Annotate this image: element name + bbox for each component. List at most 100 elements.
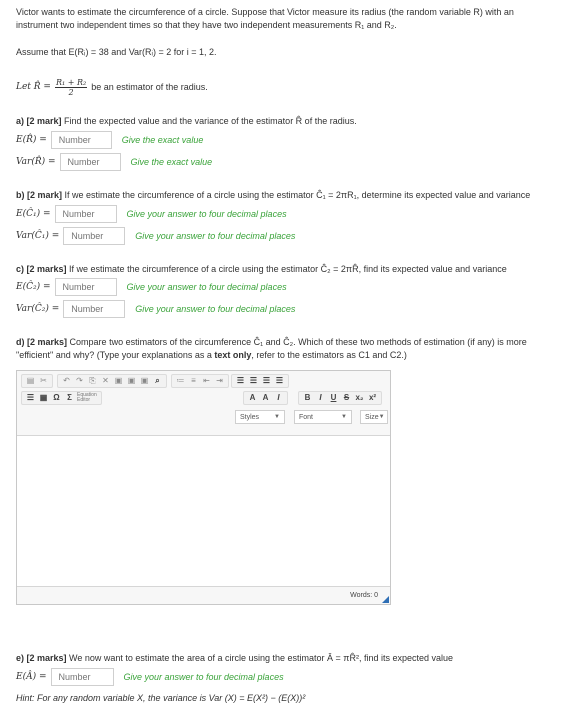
sigma-icon[interactable]: Σ: [64, 393, 75, 404]
part-e-marks: e) [2 marks]: [16, 653, 67, 663]
size-label: Size: [365, 413, 379, 421]
strikethrough-icon[interactable]: S: [341, 393, 352, 404]
part-c-marks: c) [2 marks]: [16, 264, 67, 274]
undo-icon[interactable]: ↶: [61, 376, 72, 387]
paste-word-icon[interactable]: ▣: [139, 376, 150, 387]
underline-icon[interactable]: U: [328, 393, 339, 404]
source-icon[interactable]: ▤: [25, 376, 36, 387]
part-e-expected-input[interactable]: [50, 668, 114, 686]
clear-formatting-icon[interactable]: I: [273, 393, 284, 404]
toolbar-group-format: B I U S x₂ x²: [298, 391, 382, 405]
word-count: Words: 0: [350, 592, 378, 599]
align-center-icon[interactable]: ☰: [248, 376, 259, 387]
bulleted-list-icon[interactable]: ≡: [188, 376, 199, 387]
part-e-heading: e) [2 marks] We now want to estimate the…: [16, 652, 570, 665]
part-b-variance-input[interactable]: [63, 227, 126, 245]
numbered-list-icon[interactable]: ≔: [175, 376, 186, 387]
editor-status-bar: Words: 0: [17, 586, 390, 604]
intro-line-2: instrument two independent times so that…: [16, 20, 397, 30]
remove-format-icon[interactable]: ✕: [100, 376, 111, 387]
part-d-question-line-2-pre: "efficient" and why? (Type your explanat…: [16, 350, 215, 360]
part-c-expected-input[interactable]: [54, 278, 117, 296]
chevron-down-icon: ▼: [274, 414, 280, 420]
part-d-marks: d) [2 marks]: [16, 337, 68, 347]
toolbar-group-source: ▤ ✂: [21, 374, 53, 388]
part-b-question: If we estimate the circumference of a ci…: [64, 190, 531, 200]
part-c-variance-hint: Give your answer to four decimal places: [135, 304, 296, 314]
paste-icon[interactable]: ▣: [113, 376, 124, 387]
align-right-icon[interactable]: ☰: [261, 376, 272, 387]
special-character-icon[interactable]: Ω: [51, 393, 62, 404]
part-c-expected-row: E(Ĉ₂) = Give your answer to four decimal…: [16, 278, 287, 296]
part-b-marks: b) [2 mark]: [16, 190, 63, 200]
editor-toolbar: ▤ ✂ ↶ ↷ ⎘ ✕ ▣ ▣ ▣ ⌕ ≔ ≡ ⇤ ⇥ ☰ ☰ ☰ ☰ ☰ ▦: [17, 371, 390, 436]
part-a-variance-row: Var(R̂) = Give the exact value: [16, 153, 212, 171]
part-a-variance-input[interactable]: [59, 153, 121, 171]
styles-label: Styles: [240, 413, 260, 421]
subscript-icon[interactable]: x₂: [354, 393, 365, 404]
part-c-expected-label: E(Ĉ₂) =: [16, 282, 51, 292]
part-a-expected-row: E(R̂) = Give the exact value: [16, 131, 203, 149]
part-e-expected-hint: Give your answer to four decimal places: [123, 672, 284, 682]
part-d-heading: d) [2 marks] Compare two estimators of t…: [16, 336, 570, 362]
toolbar-group-align: ☰ ☰ ☰ ☰: [231, 374, 289, 388]
font-dropdown[interactable]: Font ▼: [294, 410, 352, 424]
part-d-question-line-1: Compare two estimators of the circumfere…: [69, 337, 527, 347]
superscript-icon[interactable]: x²: [367, 393, 378, 404]
bold-icon[interactable]: B: [302, 393, 313, 404]
part-a-expected-label: E(R̂) =: [16, 135, 47, 145]
part-b-variance-hint: Give your answer to four decimal places: [135, 231, 296, 241]
copy-icon[interactable]: ⎘: [87, 376, 98, 387]
paste-text-icon[interactable]: ▣: [126, 376, 137, 387]
decrease-indent-icon[interactable]: ⇤: [201, 376, 212, 387]
part-a-marks: a) [2 mark]: [16, 116, 62, 126]
equation-editor-label[interactable]: Equation Editor: [77, 393, 99, 403]
rich-text-editor: ▤ ✂ ↶ ↷ ⎘ ✕ ▣ ▣ ▣ ⌕ ≔ ≡ ⇤ ⇥ ☰ ☰ ☰ ☰ ☰ ▦: [16, 370, 391, 605]
background-color-icon[interactable]: A: [260, 393, 271, 404]
fraction-numerator: R₁ + R₂: [54, 77, 88, 88]
toolbar-group-clipboard: ↶ ↷ ⎘ ✕ ▣ ▣ ▣ ⌕: [57, 374, 167, 388]
resize-handle-icon[interactable]: [382, 596, 389, 603]
part-a-expected-input[interactable]: [50, 131, 112, 149]
part-a-question: Find the expected value and the variance…: [64, 116, 357, 126]
cut-icon[interactable]: ✂: [38, 376, 49, 387]
redo-icon[interactable]: ↷: [74, 376, 85, 387]
chevron-down-icon: ▼: [341, 414, 347, 420]
text-color-icon[interactable]: A: [247, 393, 258, 404]
part-c-variance-row: Var(Ĉ₂) = Give your answer to four decim…: [16, 300, 295, 318]
part-d-text-only: text only: [214, 350, 252, 360]
part-c-variance-input[interactable]: [63, 300, 126, 318]
part-c-variance-label: Var(Ĉ₂) =: [16, 304, 60, 314]
part-e-expected-row: E(Â) = Give your answer to four decimal …: [16, 668, 284, 686]
part-e-expected-label: E(Â) =: [16, 672, 47, 682]
part-b-heading: b) [2 mark] If we estimate the circumfer…: [16, 189, 570, 202]
size-dropdown[interactable]: Size ▼: [360, 410, 388, 424]
italic-icon[interactable]: I: [315, 393, 326, 404]
editor-text-area[interactable]: [17, 437, 390, 586]
part-b-variance-row: Var(Ĉ₁) = Give your answer to four decim…: [16, 227, 295, 245]
estimator-definition: Let R̂ = R₁ + R₂ 2 be an estimator of th…: [16, 76, 208, 98]
part-c-question: If we estimate the circumference of a ci…: [69, 264, 507, 274]
align-left-icon[interactable]: ☰: [235, 376, 246, 387]
chevron-down-icon: ▼: [378, 414, 385, 420]
part-b-variance-label: Var(Ĉ₁) =: [16, 231, 60, 241]
increase-indent-icon[interactable]: ⇥: [214, 376, 225, 387]
horizontal-line-icon[interactable]: ☰: [25, 393, 36, 404]
assumption-text: Assume that E(Rᵢ) = 38 and Var(Rᵢ) = 2 f…: [16, 47, 217, 57]
estimator-suffix: be an estimator of the radius.: [91, 82, 208, 92]
align-justify-icon[interactable]: ☰: [274, 376, 285, 387]
part-c-expected-hint: Give your answer to four decimal places: [126, 282, 287, 292]
estimator-prefix: Let R̂ =: [16, 82, 51, 92]
part-e-question: We now want to estimate the area of a ci…: [69, 653, 454, 663]
toolbar-group-lists: ≔ ≡ ⇤ ⇥: [171, 374, 229, 388]
toolbar-group-colors: A A I: [243, 391, 288, 405]
intro-text: Victor wants to estimate the circumferen…: [16, 6, 570, 32]
table-icon[interactable]: ▦: [38, 393, 49, 404]
estimator-fraction: R₁ + R₂ 2: [54, 77, 88, 97]
part-d-question-line-2-post: , refer to the estimators as C1 and C2.): [251, 350, 407, 360]
part-b-expected-row: E(Ĉ₁) = Give your answer to four decimal…: [16, 205, 287, 223]
styles-dropdown[interactable]: Styles ▼: [235, 410, 285, 424]
find-icon[interactable]: ⌕: [152, 376, 163, 387]
part-b-expected-input[interactable]: [54, 205, 117, 223]
part-e-hint: Hint: For any random variable X, the var…: [16, 693, 306, 703]
